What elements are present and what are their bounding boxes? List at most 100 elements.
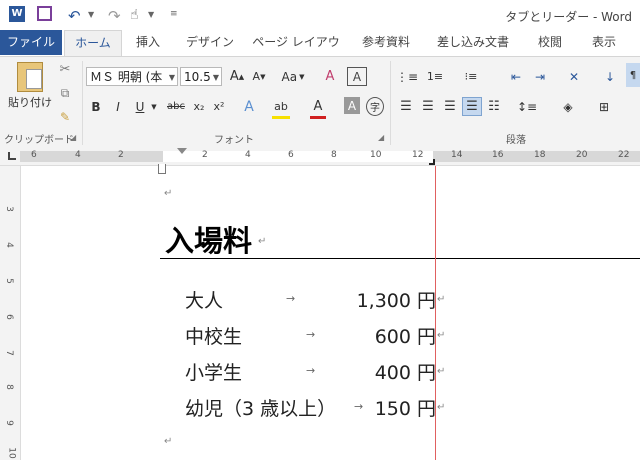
heading-underline <box>160 258 640 259</box>
change-case-button[interactable]: Aa ▼ <box>278 67 308 86</box>
group-label-clipboard: クリップボード <box>4 135 74 146</box>
row-value[interactable]: 1,300 円 <box>340 286 436 313</box>
shrink-font-icon[interactable]: A ▼ <box>250 67 268 86</box>
tab-view[interactable]: 表示 <box>584 30 624 55</box>
word-icon: W <box>9 6 25 22</box>
subscript-button[interactable]: x₂ <box>190 97 208 116</box>
touch-dropdown-icon[interactable]: ▼ <box>148 10 154 19</box>
ruler-number: 7 <box>3 350 14 356</box>
ruler-number: 20 <box>576 150 588 160</box>
ruler-number: 8 <box>331 150 337 160</box>
undo-dropdown-icon[interactable]: ▼ <box>88 10 94 19</box>
window-title: タブとリーダー - Word <box>505 10 632 24</box>
justify-icon[interactable]: ☰ <box>462 97 482 116</box>
row-value[interactable]: 600 円 <box>340 322 436 349</box>
font-size-value: 10.5 <box>184 70 211 84</box>
clipboard-launcher-icon[interactable]: ◢ <box>70 133 76 142</box>
paragraph-mark: ↵ <box>437 294 446 305</box>
highlight-icon[interactable]: ab <box>272 97 290 119</box>
numbering-icon[interactable]: 1≡ <box>424 67 446 86</box>
increase-indent-icon[interactable]: ⇥ <box>530 67 550 86</box>
superscript-button[interactable]: x² <box>210 97 228 116</box>
tab-design[interactable]: デザイン <box>182 30 238 55</box>
grow-font-icon[interactable]: A ▲ <box>228 67 246 86</box>
chevron-down-icon: ▼ <box>212 73 219 82</box>
ruler-number: 16 <box>492 150 504 160</box>
tab-references[interactable]: 参考資料 <box>356 30 416 55</box>
tab-arrow-icon: → <box>286 292 296 305</box>
first-line-indent-marker[interactable] <box>177 148 187 154</box>
font-size-combo[interactable]: 10.5 ▼ <box>180 67 222 86</box>
ruler-number: 6 <box>31 150 37 160</box>
character-shading-icon[interactable]: A <box>344 97 360 114</box>
tab-mailings[interactable]: 差し込み文書 <box>430 30 516 55</box>
paste-button[interactable]: 貼り付け <box>6 61 54 111</box>
ruler-number: 6 <box>3 314 14 320</box>
ruler-number: 22 <box>618 150 630 160</box>
align-right-icon[interactable]: ☰ <box>440 97 460 116</box>
row-value[interactable]: 150 円 <box>340 394 436 421</box>
document-heading[interactable]: 入場料 <box>165 218 252 260</box>
shading-icon[interactable]: ◈ <box>556 97 580 116</box>
clear-formatting-icon[interactable]: A <box>320 67 340 86</box>
ruler-number: 6 <box>288 150 294 160</box>
clipboard-icon <box>17 62 43 92</box>
enclose-characters-icon[interactable]: 字 <box>366 97 384 116</box>
underline-dropdown-icon[interactable]: ▼ <box>150 97 158 116</box>
ruler-number: 8 <box>3 384 14 390</box>
decrease-indent-icon[interactable]: ⇤ <box>506 67 526 86</box>
horizontal-ruler[interactable]: 6 4 2 2 4 6 8 10 12 14 16 18 20 22 <box>0 148 640 166</box>
redo-icon[interactable]: ↷ <box>108 7 121 25</box>
separator <box>390 61 391 145</box>
distributed-icon[interactable]: ☷ <box>484 97 504 116</box>
tab-selector-icon[interactable] <box>8 152 16 160</box>
format-painter-icon[interactable]: ✎ <box>56 108 74 126</box>
text-effects-icon[interactable]: A <box>240 97 258 116</box>
font-color-icon[interactable]: A <box>310 97 326 119</box>
italic-button[interactable]: I <box>110 97 126 116</box>
touch-icon[interactable]: ☝ <box>130 7 139 23</box>
font-launcher-icon[interactable]: ◢ <box>378 133 384 142</box>
right-tab-stop-marker[interactable] <box>429 159 435 165</box>
line-spacing-icon[interactable]: ↕≡ <box>514 97 540 116</box>
sort-icon[interactable]: ↓ <box>600 67 620 86</box>
tab-file[interactable]: ファイル <box>0 30 62 55</box>
customize-icon[interactable]: ≡ <box>170 9 178 19</box>
chevron-down-icon: ▼ <box>168 73 175 82</box>
tab-page-layout[interactable]: ページ レイアウト <box>250 30 342 74</box>
character-border-icon[interactable]: A <box>347 67 367 86</box>
cut-icon[interactable]: ✂ <box>56 60 74 78</box>
asian-layout-icon[interactable]: ✕ <box>562 67 586 86</box>
copy-icon[interactable]: ⧉ <box>56 84 74 102</box>
underline-button[interactable]: U <box>132 97 148 116</box>
undo-icon[interactable]: ↶ <box>68 7 81 25</box>
row-label[interactable]: 小学生 <box>185 358 242 385</box>
paragraph-mark: ↵ <box>164 188 173 199</box>
paragraph-mark: ↵ <box>258 236 267 247</box>
tab-insert[interactable]: 挿入 <box>128 30 168 55</box>
font-name-combo[interactable]: ＭＳ 明朝 (本 ▼ <box>86 67 178 86</box>
row-label[interactable]: 大人 <box>185 286 223 313</box>
group-label-font: フォント <box>214 135 254 146</box>
ruler-number: 12 <box>412 150 424 160</box>
hanging-indent-marker[interactable] <box>158 164 166 174</box>
row-label[interactable]: 中校生 <box>185 322 242 349</box>
bullets-icon[interactable]: ⋮≡ <box>396 67 418 86</box>
multilevel-list-icon[interactable]: ⁝≡ <box>460 67 482 86</box>
tab-review[interactable]: 校閲 <box>530 30 570 55</box>
vertical-ruler[interactable]: 3 4 5 6 7 8 9 10 <box>0 166 21 460</box>
row-value[interactable]: 400 円 <box>340 358 436 385</box>
align-center-icon[interactable]: ☰ <box>418 97 438 116</box>
strikethrough-button[interactable]: abc <box>164 97 188 116</box>
tab-stop-guide-line <box>435 166 436 460</box>
align-left-icon[interactable]: ☰ <box>396 97 416 116</box>
borders-icon[interactable]: ⊞ <box>592 97 616 116</box>
ruler-number: 14 <box>451 150 463 160</box>
show-formatting-icon[interactable]: ¶ <box>626 63 640 87</box>
bold-button[interactable]: B <box>88 97 104 116</box>
ruler-number: 18 <box>534 150 546 160</box>
paste-label: 貼り付け <box>8 96 52 109</box>
row-label[interactable]: 幼児（3 歳以上） <box>185 394 336 421</box>
tab-home[interactable]: ホーム <box>64 30 122 57</box>
save-icon[interactable] <box>37 6 52 21</box>
